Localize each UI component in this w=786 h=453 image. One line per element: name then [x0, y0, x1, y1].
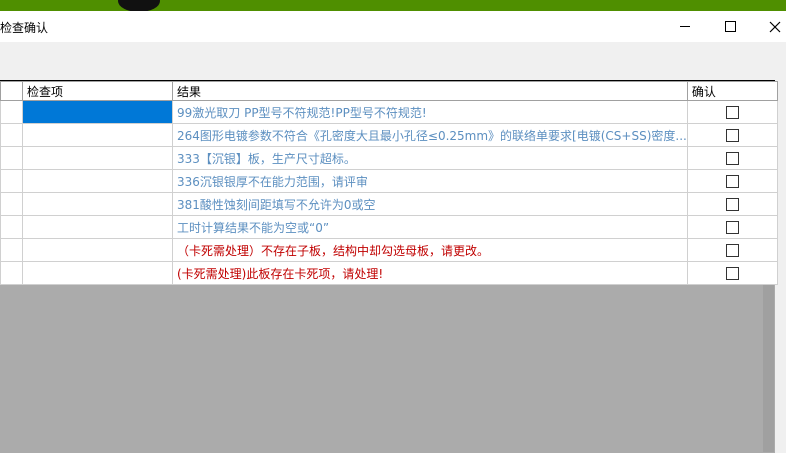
- result-cell[interactable]: 99激光取刀 PP型号不符规范!PP型号不符规范!: [172, 100, 688, 124]
- confirm-cell[interactable]: [686, 146, 778, 170]
- check-item-cell[interactable]: [22, 169, 173, 193]
- confirm-checkbox[interactable]: [725, 175, 739, 188]
- column-header-check-item[interactable]: 检查项: [22, 81, 173, 101]
- close-icon: [769, 21, 781, 32]
- table-row[interactable]: 工时计算结果不能为空或“0”: [0, 215, 778, 239]
- result-cell[interactable]: 381酸性蚀刻间距填写不允许为0或空: [172, 192, 688, 216]
- row-header[interactable]: [0, 192, 23, 216]
- table-header-row: 检查项 结果 确认: [0, 81, 778, 101]
- minimize-button[interactable]: [662, 11, 708, 42]
- confirm-checkbox[interactable]: [725, 198, 739, 211]
- background-app-strip: [0, 0, 786, 12]
- result-cell[interactable]: 336沉银银厚不在能力范围，请评审: [172, 169, 688, 193]
- check-item-cell[interactable]: [22, 215, 173, 239]
- table-row[interactable]: （卡死需处理）不存在子板，结构中却勾选母板，请更改。: [0, 238, 778, 262]
- confirm-cell[interactable]: [686, 215, 778, 239]
- check-table: 检查项 结果 确认 99激光取刀 PP型号不符规范!PP型号不符规范! 264图形…: [0, 81, 778, 285]
- confirm-cell[interactable]: [686, 100, 778, 124]
- result-cell[interactable]: (卡死需处理)此板存在卡死项，请处理!: [172, 261, 688, 285]
- check-item-cell[interactable]: [22, 146, 173, 170]
- close-button[interactable]: [752, 11, 786, 42]
- confirm-checkbox[interactable]: [725, 106, 739, 119]
- result-cell[interactable]: 264图形电镀参数不符合《孔密度大且最小孔径≤0.25mm》的联络单要求[电镀(…: [172, 123, 688, 147]
- column-header-confirm[interactable]: 确认: [686, 81, 778, 101]
- confirm-checkbox[interactable]: [725, 267, 739, 280]
- confirm-checkbox[interactable]: [725, 152, 739, 165]
- confirm-cell[interactable]: [686, 238, 778, 262]
- table-row[interactable]: (卡死需处理)此板存在卡死项，请处理!: [0, 261, 778, 285]
- confirm-checkbox[interactable]: [725, 129, 739, 142]
- toolbar-area: [0, 42, 786, 80]
- result-cell[interactable]: （卡死需处理）不存在子板，结构中却勾选母板，请更改。: [172, 238, 688, 262]
- check-item-cell[interactable]: [22, 261, 173, 285]
- table-row[interactable]: 381酸性蚀刻间距填写不允许为0或空: [0, 192, 778, 216]
- row-header-corner: [0, 81, 23, 101]
- row-header[interactable]: [0, 100, 23, 124]
- row-header[interactable]: [0, 261, 23, 285]
- confirm-cell[interactable]: [686, 261, 778, 285]
- table-row[interactable]: 264图形电镀参数不符合《孔密度大且最小孔径≤0.25mm》的联络单要求[电镀(…: [0, 123, 778, 147]
- minimize-icon: [680, 26, 690, 27]
- row-header[interactable]: [0, 123, 23, 147]
- row-header[interactable]: [0, 146, 23, 170]
- table-row[interactable]: 336沉银银厚不在能力范围，请评审: [0, 169, 778, 193]
- check-item-cell[interactable]: [22, 100, 173, 124]
- title-bar: 检查确认: [0, 11, 786, 42]
- row-header[interactable]: [0, 169, 23, 193]
- confirm-checkbox[interactable]: [725, 221, 739, 234]
- window-title: 检查确认: [0, 21, 49, 35]
- check-item-cell[interactable]: [22, 238, 173, 262]
- maximize-button[interactable]: [707, 11, 753, 42]
- row-header[interactable]: [0, 238, 23, 262]
- table-row[interactable]: 333【沉银】板，生产尺寸超标。: [0, 146, 778, 170]
- confirm-cell[interactable]: [686, 192, 778, 216]
- result-cell[interactable]: 工时计算结果不能为空或“0”: [172, 215, 688, 239]
- maximize-icon: [724, 21, 736, 32]
- row-header[interactable]: [0, 215, 23, 239]
- result-cell[interactable]: 333【沉银】板，生产尺寸超标。: [172, 146, 688, 170]
- confirm-cell[interactable]: [686, 123, 778, 147]
- check-item-cell[interactable]: [22, 192, 173, 216]
- table-row[interactable]: 99激光取刀 PP型号不符规范!PP型号不符规范!: [0, 100, 778, 124]
- check-item-cell[interactable]: [22, 123, 173, 147]
- column-header-result[interactable]: 结果: [172, 81, 688, 101]
- confirm-checkbox[interactable]: [725, 244, 739, 257]
- confirm-cell[interactable]: [686, 169, 778, 193]
